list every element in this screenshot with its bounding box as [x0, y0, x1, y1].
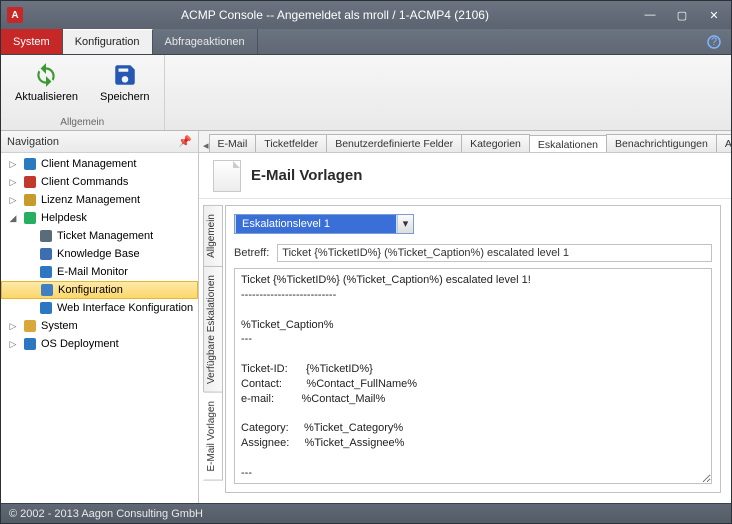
nav-item-konfiguration[interactable]: Konfiguration	[1, 281, 198, 299]
nav-item-label: E-Mail Monitor	[57, 266, 128, 278]
nav-item-label: Konfiguration	[58, 284, 123, 296]
mail-icon	[38, 264, 54, 280]
nav-item-label: Ticket Management	[57, 230, 153, 242]
body-textarea[interactable]	[234, 268, 712, 484]
subject-input[interactable]	[277, 244, 712, 262]
tab-eskalationen[interactable]: Eskalationen	[529, 135, 607, 153]
nav-item-label: Helpdesk	[41, 212, 87, 224]
globe-gear-icon	[38, 300, 54, 316]
expand-icon[interactable]: ▷	[7, 177, 19, 188]
save-label: Speichern	[100, 91, 150, 103]
nav-item-ticket-management[interactable]: Ticket Management	[1, 227, 198, 245]
ribbon-group-label: Allgemein	[60, 117, 104, 128]
navigation-tree: ▷ Client Management ▷ Client Commands ▷ Lizen…	[1, 153, 198, 503]
refresh-icon	[32, 61, 60, 89]
save-button[interactable]: Speichern	[96, 59, 154, 105]
document-icon	[213, 160, 241, 192]
windows-icon	[22, 336, 38, 352]
help-icon[interactable]: ?	[697, 29, 731, 54]
vtab-verf-gbare-eskalationen[interactable]: Verfügbare Eskalationen	[203, 266, 223, 393]
window-title: ACMP Console -- Angemeldet als mroll / 1…	[31, 8, 639, 22]
svg-text:?: ?	[711, 36, 717, 48]
globe-icon	[22, 156, 38, 172]
section-title: E-Mail Vorlagen	[251, 167, 362, 184]
betreff-label: Betreff:	[234, 247, 269, 259]
expand-icon[interactable]: ▷	[7, 339, 19, 350]
vtab-allgemein[interactable]: Allgemein	[203, 205, 223, 267]
folder-icon	[22, 318, 38, 334]
tab-benutzerdefinierte-felder[interactable]: Benutzerdefinierte Felder	[326, 134, 462, 152]
nav-item-label: Lizenz Management	[41, 194, 140, 206]
nav-item-e-mail-monitor[interactable]: E-Mail Monitor	[1, 263, 198, 281]
chevron-down-icon: ▾	[397, 215, 413, 233]
ticket-icon	[38, 228, 54, 244]
gear-icon	[39, 282, 55, 298]
refresh-button[interactable]: Aktualisieren	[11, 59, 82, 105]
nav-item-client-commands[interactable]: ▷ Client Commands	[1, 173, 198, 191]
form-panel: Eskalationslevel 1 ▾ Betreff:	[225, 205, 721, 493]
expand-icon[interactable]: ▷	[7, 159, 19, 170]
close-button[interactable]: ✕	[703, 6, 725, 24]
menu-konfiguration[interactable]: Konfiguration	[63, 29, 153, 54]
expand-icon[interactable]: ▷	[7, 321, 19, 332]
nav-item-label: Client Management	[41, 158, 136, 170]
nav-item-label: Web Interface Konfiguration	[57, 302, 193, 314]
section-header: E-Mail Vorlagen	[199, 153, 731, 199]
navigation-title: Navigation	[7, 136, 59, 148]
tabstrip: ◂ E-MailTicketfelderBenutzerdefinierte F…	[199, 131, 731, 153]
tab-ticketfelder[interactable]: Ticketfelder	[255, 134, 327, 152]
minimize-button[interactable]: —	[639, 6, 661, 24]
navigation-panel: Navigation 📌 ▷ Client Management ▷ Client C…	[1, 131, 199, 503]
statusbar: © 2002 - 2013 Aagon Consulting GmbH	[1, 503, 731, 523]
refresh-label: Aktualisieren	[15, 91, 78, 103]
copyright: © 2002 - 2013 Aagon Consulting GmbH	[9, 508, 203, 520]
nav-item-knowledge-base[interactable]: Knowledge Base	[1, 245, 198, 263]
tab-kategorien[interactable]: Kategorien	[461, 134, 530, 152]
tab-anh-nge[interactable]: Anhänge	[716, 134, 731, 152]
ribbon: Aktualisieren Speichern Allgemein	[1, 55, 731, 131]
nav-item-web-interface-konfiguration[interactable]: Web Interface Konfiguration	[1, 299, 198, 317]
nav-item-lizenz-management[interactable]: ▷ Lizenz Management	[1, 191, 198, 209]
book-icon	[38, 246, 54, 262]
escalation-level-value: Eskalationslevel 1	[236, 215, 396, 233]
nav-item-label: OS Deployment	[41, 338, 119, 350]
tools-icon	[22, 174, 38, 190]
nav-item-system[interactable]: ▷ System	[1, 317, 198, 335]
escalation-level-select[interactable]: Eskalationslevel 1 ▾	[234, 214, 414, 234]
content-area: ◂ E-MailTicketfelderBenutzerdefinierte F…	[199, 131, 731, 503]
titlebar: A ACMP Console -- Angemeldet als mroll /…	[1, 1, 731, 29]
nav-item-label: System	[41, 320, 78, 332]
coins-icon	[22, 192, 38, 208]
save-icon	[111, 61, 139, 89]
pin-icon[interactable]: 📌	[178, 135, 192, 148]
nav-item-helpdesk[interactable]: ◢ Helpdesk	[1, 209, 198, 227]
vtab-e-mail-vorlagen[interactable]: E-Mail Vorlagen	[203, 392, 223, 481]
nav-item-client-management[interactable]: ▷ Client Management	[1, 155, 198, 173]
tab-e-mail[interactable]: E-Mail	[209, 134, 257, 152]
vertical-tabs: AllgemeinVerfügbare EskalationenE-Mail V…	[203, 205, 223, 493]
menu-abfrageaktionen[interactable]: Abfrageaktionen	[153, 29, 258, 54]
life-ring-icon	[22, 210, 38, 226]
app-icon: A	[7, 7, 23, 23]
nav-item-label: Knowledge Base	[57, 248, 140, 260]
menubar: System Konfiguration Abfrageaktionen ?	[1, 29, 731, 55]
tab-benachrichtigungen[interactable]: Benachrichtigungen	[606, 134, 717, 152]
navigation-header: Navigation 📌	[1, 131, 198, 153]
nav-item-label: Client Commands	[41, 176, 128, 188]
expand-icon[interactable]: ◢	[7, 213, 19, 224]
menu-system[interactable]: System	[1, 29, 63, 54]
expand-icon[interactable]: ▷	[7, 195, 19, 206]
maximize-button[interactable]: ▢	[671, 6, 693, 24]
nav-item-os-deployment[interactable]: ▷ OS Deployment	[1, 335, 198, 353]
